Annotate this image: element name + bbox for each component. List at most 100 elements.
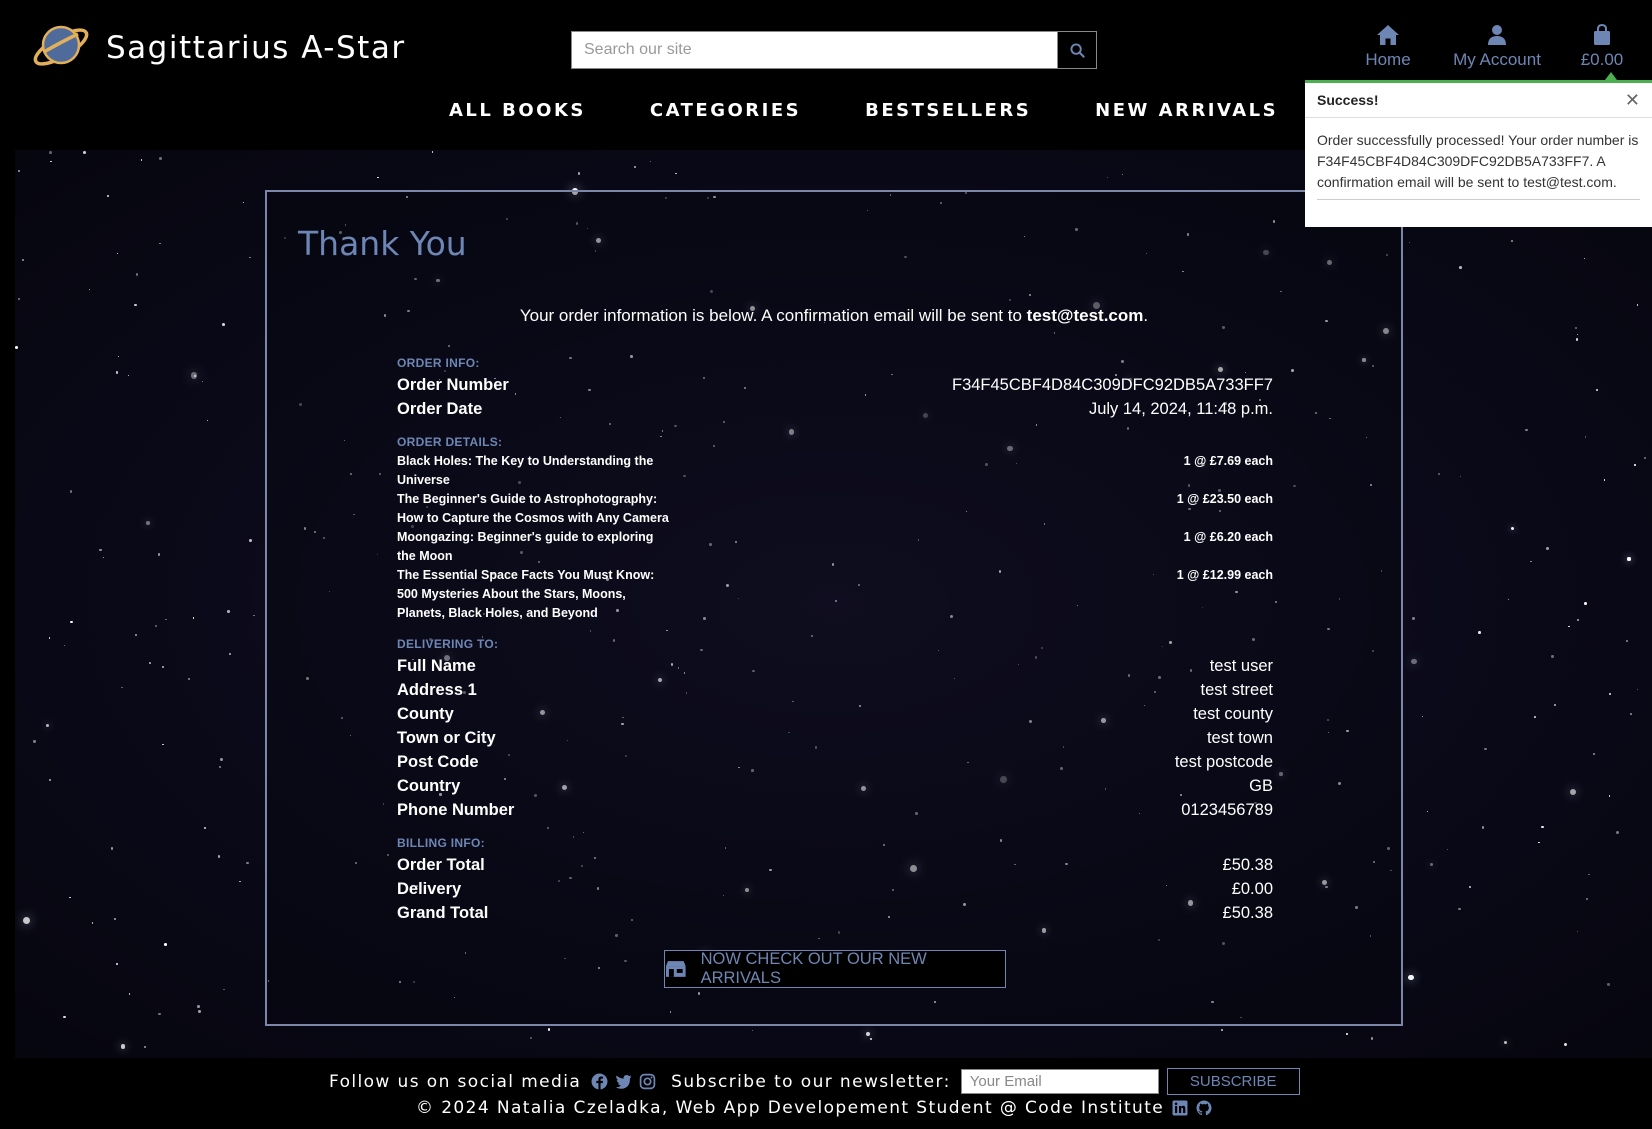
star bbox=[1596, 389, 1599, 392]
home-link[interactable]: Home bbox=[1332, 24, 1444, 70]
star bbox=[1422, 715, 1424, 717]
twitter-icon[interactable] bbox=[615, 1073, 632, 1090]
order-number-label: Order Number bbox=[397, 376, 509, 394]
star bbox=[1504, 1040, 1508, 1045]
intro-email: test@test.com bbox=[1026, 306, 1144, 325]
order-item-title: Moongazing: Beginner's guide to explorin… bbox=[397, 530, 654, 563]
delivery-key: Post Code bbox=[397, 753, 479, 771]
copyright-text: © 2024 Natalia Czeladka, Web App Develop… bbox=[416, 1098, 1165, 1118]
subscribe-button[interactable]: SUBSCRIBE bbox=[1166, 1068, 1300, 1095]
linkedin-icon[interactable] bbox=[1172, 1100, 1188, 1116]
delivery-key: Full Name bbox=[397, 657, 476, 675]
my-account-link[interactable]: My Account bbox=[1446, 24, 1548, 70]
star bbox=[870, 1038, 873, 1041]
billing-row: Order Total £50.38 bbox=[397, 853, 1273, 877]
star bbox=[187, 677, 190, 680]
star bbox=[577, 172, 581, 175]
billing-row: Delivery £0.00 bbox=[397, 877, 1273, 901]
star bbox=[1481, 826, 1485, 830]
search-input[interactable] bbox=[571, 31, 1057, 69]
star bbox=[88, 288, 91, 291]
basket-link[interactable]: £0.00 bbox=[1552, 24, 1652, 70]
star bbox=[1484, 747, 1487, 751]
order-summary: ORDER INFO: Order Number F34F45CBF4D84C3… bbox=[397, 356, 1273, 925]
star bbox=[1588, 873, 1590, 876]
star bbox=[227, 610, 230, 613]
star bbox=[15, 346, 18, 349]
order-item-qty: 1 @ £12.99 each bbox=[1176, 568, 1273, 582]
order-item-title: The Essential Space Facts You Must Know:… bbox=[397, 568, 655, 620]
star bbox=[18, 297, 21, 300]
star bbox=[69, 896, 72, 899]
search-button[interactable] bbox=[1057, 31, 1097, 69]
star bbox=[48, 636, 51, 639]
basket-total: £0.00 bbox=[1580, 50, 1624, 69]
star bbox=[148, 661, 151, 664]
home-icon bbox=[1377, 25, 1399, 45]
delivery-row: Phone Number 0123456789 bbox=[397, 798, 1273, 822]
order-item: Moongazing: Beginner's guide to explorin… bbox=[397, 528, 1273, 566]
newsletter-email-input[interactable] bbox=[960, 1069, 1159, 1094]
nav-categories[interactable]: CATEGORIES bbox=[650, 100, 801, 121]
star bbox=[1577, 618, 1579, 621]
nav-new-arrivals[interactable]: NEW ARRIVALS bbox=[1095, 100, 1278, 121]
star bbox=[1551, 655, 1554, 658]
github-icon[interactable] bbox=[1196, 1100, 1212, 1116]
star bbox=[1438, 472, 1441, 475]
footer-social-newsletter: Follow us on social media Subscribe to o… bbox=[329, 1068, 1300, 1095]
star bbox=[1510, 240, 1513, 242]
order-item-title: Black Holes: The Key to Understanding th… bbox=[397, 454, 654, 487]
delivery-key: Country bbox=[397, 777, 461, 795]
star bbox=[1569, 789, 1576, 796]
star bbox=[99, 548, 102, 552]
star bbox=[154, 624, 158, 628]
star bbox=[530, 1036, 533, 1039]
store-icon bbox=[665, 961, 686, 977]
star bbox=[1407, 974, 1414, 981]
delivery-value: test postcode bbox=[1174, 753, 1273, 771]
toast-divider bbox=[1317, 199, 1640, 200]
star bbox=[1636, 304, 1639, 306]
star bbox=[143, 1046, 147, 1049]
star bbox=[1409, 242, 1411, 244]
star bbox=[1458, 907, 1461, 911]
star bbox=[222, 322, 225, 326]
star bbox=[1577, 930, 1579, 932]
billing-key: Order Total bbox=[397, 856, 485, 874]
instagram-icon[interactable] bbox=[639, 1073, 656, 1090]
user-icon bbox=[1488, 25, 1506, 45]
order-date-value: July 14, 2024, 11:48 p.m. bbox=[1088, 400, 1273, 418]
delivery-key: Address 1 bbox=[397, 681, 477, 699]
order-item: The Essential Space Facts You Must Know:… bbox=[397, 566, 1273, 623]
home-label: Home bbox=[1365, 50, 1411, 69]
facebook-icon[interactable] bbox=[591, 1073, 608, 1090]
star bbox=[253, 614, 255, 617]
star bbox=[18, 170, 21, 173]
star bbox=[223, 988, 225, 991]
order-item: The Beginner's Guide to Astrophotography… bbox=[397, 490, 1273, 528]
star bbox=[116, 252, 118, 254]
star bbox=[1534, 716, 1536, 719]
nav-bestsellers[interactable]: BESTSELLERS bbox=[865, 100, 1031, 121]
star bbox=[159, 157, 162, 160]
intro-prefix: Your order information is below. A confi… bbox=[519, 306, 1022, 325]
star bbox=[45, 723, 50, 728]
star bbox=[1585, 897, 1589, 901]
star bbox=[1459, 266, 1463, 270]
toast-pointer bbox=[1605, 72, 1617, 80]
site-logo[interactable]: Sagittarius A-Star bbox=[30, 14, 406, 81]
order-confirmation-panel: Thank You Your order information is belo… bbox=[265, 190, 1403, 1026]
main-nav: ALL BOOKS CATEGORIES BESTSELLERS NEW ARR… bbox=[449, 100, 1342, 121]
billing-label: BILLING INFO: bbox=[397, 836, 485, 850]
star bbox=[204, 827, 207, 830]
star bbox=[1629, 713, 1632, 715]
nav-all-books[interactable]: ALL BOOKS bbox=[449, 100, 586, 121]
new-arrivals-button[interactable]: NOW CHECK OUT OUR NEW ARRIVALS bbox=[664, 950, 1006, 988]
close-icon[interactable]: ✕ bbox=[1625, 91, 1640, 109]
star bbox=[190, 372, 198, 380]
star bbox=[63, 1015, 66, 1019]
delivery-row: Town or City test town bbox=[397, 726, 1273, 750]
order-date-label: Order Date bbox=[397, 400, 483, 418]
star bbox=[115, 371, 119, 374]
star bbox=[239, 880, 241, 883]
